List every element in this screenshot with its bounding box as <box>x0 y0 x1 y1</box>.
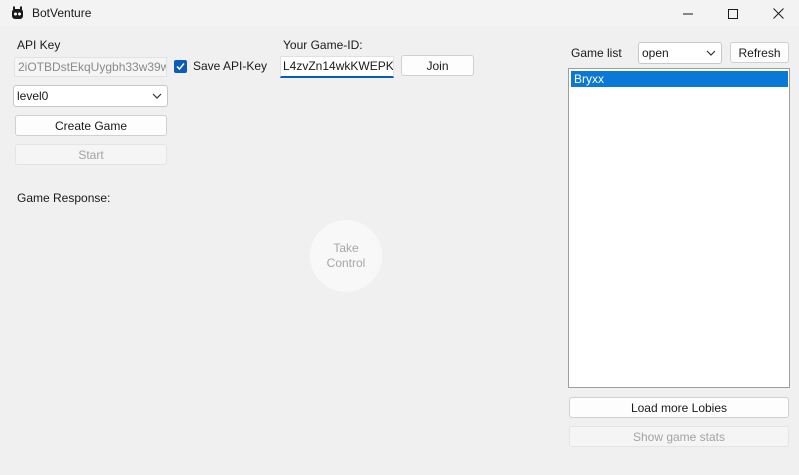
level-select[interactable]: level0 <box>13 85 168 107</box>
create-game-button[interactable]: Create Game <box>15 115 167 136</box>
take-control-label-line2: Control <box>326 256 366 270</box>
refresh-button[interactable]: Refresh <box>730 42 789 63</box>
game-filter-select[interactable]: open <box>638 42 722 64</box>
list-item[interactable]: Bryxx <box>571 71 788 87</box>
game-list-label: Game list <box>571 46 622 60</box>
game-list[interactable]: Bryxx <box>568 68 790 388</box>
start-button[interactable]: Start <box>15 144 167 165</box>
maximize-button[interactable] <box>710 0 756 27</box>
checkmark-icon <box>176 63 185 71</box>
join-button[interactable]: Join <box>401 55 474 76</box>
chevron-down-icon <box>152 93 162 99</box>
chevron-down-icon <box>706 50 716 56</box>
close-icon <box>772 8 784 19</box>
load-more-lobbies-button[interactable]: Load more Lobies <box>569 397 789 418</box>
minimize-icon <box>683 13 693 14</box>
game-id-label: Your Game-ID: <box>283 38 363 52</box>
api-key-label: API Key <box>17 38 61 52</box>
game-response-label: Game Response: <box>17 191 111 205</box>
save-api-key-checkbox[interactable] <box>174 60 187 73</box>
minimize-button[interactable] <box>665 0 711 27</box>
take-control-button[interactable]: Take Control <box>310 220 382 292</box>
level-select-value: level0 <box>17 89 49 103</box>
game-filter-value: open <box>642 46 669 60</box>
show-game-stats-button[interactable]: Show game stats <box>569 426 789 447</box>
maximize-icon <box>728 8 738 19</box>
api-key-field[interactable]: 2iOTBDstEkqUygbh33w39w <box>14 57 167 77</box>
close-button[interactable] <box>755 0 799 27</box>
save-api-key-label: Save API-Key <box>193 59 268 73</box>
robot-icon <box>12 6 23 19</box>
take-control-label-line1: Take <box>333 241 359 255</box>
game-id-input[interactable]: L4zvZn14wkKWEPKv <box>280 56 394 78</box>
window-title: BotVenture <box>32 6 92 20</box>
